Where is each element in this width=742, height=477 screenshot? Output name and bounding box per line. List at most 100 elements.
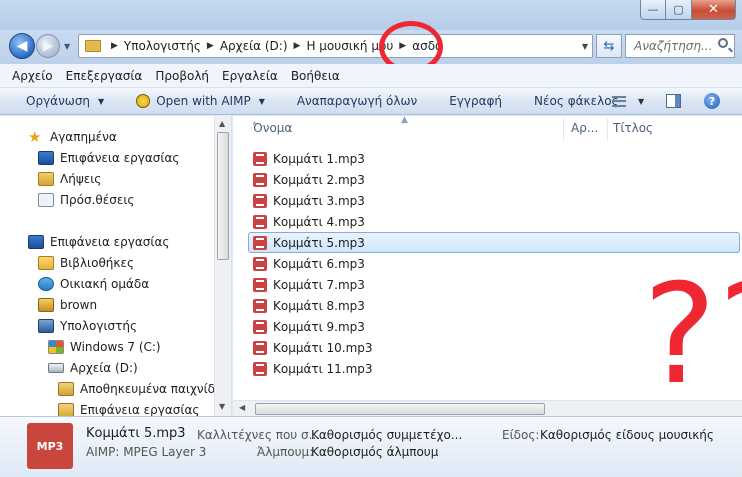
- file-row[interactable]: Κομμάτι 6.mp3: [249, 253, 741, 274]
- menu-help[interactable]: Βοήθεια: [291, 69, 340, 83]
- file-row[interactable]: Κομμάτι 5.mp3: [248, 232, 740, 253]
- tree-label: Αγαπημένα: [50, 130, 117, 144]
- search-input[interactable]: Αναζήτηση...: [625, 34, 735, 58]
- chevron-right-icon[interactable]: ▶: [111, 41, 118, 51]
- tree-label: Βιβλιοθήκες: [60, 256, 135, 270]
- breadcrumb-current-folder[interactable]: ασδφ: [412, 39, 443, 53]
- saved-games-icon: [58, 382, 74, 396]
- address-row: ◀ ▶ ▼ ▶ Υπολογιστής ▶ Αρχεία (D:) ▶ Η μο…: [0, 30, 742, 64]
- tree-libraries[interactable]: Βιβλιοθήκες: [38, 256, 134, 270]
- burn-button[interactable]: Εγγραφή: [449, 94, 502, 108]
- menu-view[interactable]: Προβολή: [155, 69, 209, 83]
- tree-favorites[interactable]: ★ Αγαπημένα: [28, 130, 117, 145]
- file-pane-hscrollbar[interactable]: ◀: [233, 400, 742, 416]
- tree-desktop-folder[interactable]: Επιφάνεια εργασίας: [58, 403, 199, 416]
- details-pane: MP3 Κομμάτι 5.mp3 AIMP: MPEG Layer 3 Καλ…: [0, 416, 742, 477]
- new-folder-button[interactable]: Νέος φάκελος: [534, 94, 619, 108]
- help-icon[interactable]: ?: [704, 93, 720, 109]
- chevron-right-icon[interactable]: ▶: [207, 41, 214, 51]
- tree-fav-downloads[interactable]: Λήψεις: [38, 172, 101, 186]
- scroll-left-icon[interactable]: ◀: [239, 403, 245, 412]
- tree-label: Οικιακή ομάδα: [60, 277, 150, 291]
- aimp-icon: [136, 94, 151, 108]
- breadcrumb-my-music[interactable]: Η μουσική μου: [306, 39, 393, 53]
- play-all-button[interactable]: Αναπαραγωγή όλων: [297, 94, 417, 108]
- audio-file-icon: [253, 214, 267, 229]
- tree-label: Πρόσ.θέσεις: [60, 193, 135, 207]
- details-artists-value[interactable]: Καθορισμός συμμετέχο...: [311, 428, 462, 442]
- file-row[interactable]: Κομμάτι 9.mp3: [249, 316, 741, 337]
- tree-drive-c[interactable]: Windows 7 (C:): [48, 340, 161, 354]
- organize-button[interactable]: Οργάνωση ▼: [26, 94, 104, 108]
- arrow-right-icon: ▶: [42, 38, 54, 54]
- menu-file[interactable]: Αρχείο: [12, 69, 53, 83]
- minimize-button[interactable]: —: [640, 0, 666, 20]
- tree-user[interactable]: brown: [38, 298, 97, 312]
- scrollbar-thumb[interactable]: [217, 132, 229, 260]
- audio-file-icon: [253, 172, 267, 187]
- back-button[interactable]: ◀: [9, 33, 35, 59]
- scroll-down-icon[interactable]: ▼: [219, 402, 225, 411]
- column-header-number[interactable]: Αρ...: [571, 116, 598, 140]
- open-with-aimp-button[interactable]: Open with AIMP ▼: [136, 94, 265, 108]
- tree-label: Αρχεία (D:): [70, 361, 138, 375]
- views-dropdown-icon[interactable]: ▼: [638, 97, 644, 106]
- breadcrumb-drive-d[interactable]: Αρχεία (D:): [220, 39, 288, 53]
- column-divider[interactable]: [563, 118, 564, 140]
- details-genre-value[interactable]: Καθορισμός είδους μουσικής: [540, 428, 714, 442]
- sort-ascending-icon: ▲: [401, 116, 408, 125]
- tree-label: Υπολογιστής: [60, 319, 137, 333]
- file-row[interactable]: Κομμάτι 10.mp3: [249, 337, 741, 358]
- forward-button[interactable]: ▶: [36, 34, 60, 58]
- file-name: Κομμάτι 11.mp3: [273, 361, 373, 376]
- homegroup-icon: [38, 277, 54, 291]
- tree-saved-games[interactable]: Αποθηκευμένα παιχνίδια: [58, 382, 227, 396]
- column-header-name[interactable]: Όνομα: [253, 116, 292, 140]
- file-row[interactable]: Κομμάτι 1.mp3: [249, 148, 741, 169]
- user-folder-icon: [38, 298, 54, 312]
- tree-fav-recent[interactable]: Πρόσ.θέσεις: [38, 193, 134, 207]
- close-button[interactable]: ✕: [692, 0, 736, 20]
- refresh-button[interactable]: ⇆: [596, 34, 622, 58]
- address-dropdown-icon[interactable]: ▼: [582, 42, 588, 51]
- menu-edit[interactable]: Επεξεργασία: [66, 69, 143, 83]
- tree-fav-desktop[interactable]: Επιφάνεια εργασίας: [38, 151, 179, 165]
- maximize-button[interactable]: ▢: [666, 0, 692, 20]
- chevron-down-icon: ▼: [258, 96, 265, 106]
- file-row[interactable]: Κομμάτι 7.mp3: [249, 274, 741, 295]
- nav-pane-scrollbar[interactable]: ▲ ▼: [214, 116, 231, 416]
- chevron-down-icon: ▼: [98, 96, 105, 106]
- refresh-icon: ⇆: [603, 38, 615, 54]
- column-divider[interactable]: [607, 118, 608, 140]
- file-name: Κομμάτι 3.mp3: [273, 193, 365, 208]
- breadcrumb-computer[interactable]: Υπολογιστής: [124, 39, 201, 53]
- address-bar[interactable]: ▶ Υπολογιστής ▶ Αρχεία (D:) ▶ Η μουσική …: [78, 34, 593, 58]
- chevron-right-icon[interactable]: ▶: [399, 41, 406, 51]
- views-icon[interactable]: [612, 96, 626, 107]
- file-row[interactable]: Κομμάτι 11.mp3: [249, 358, 741, 379]
- file-row[interactable]: Κομμάτι 8.mp3: [249, 295, 741, 316]
- scrollbar-thumb[interactable]: [255, 403, 545, 415]
- file-row[interactable]: Κομμάτι 4.mp3: [249, 211, 741, 232]
- tree-drive-d[interactable]: Αρχεία (D:): [48, 361, 138, 375]
- preview-pane-icon[interactable]: [666, 94, 681, 108]
- title-bar: — ▢ ✕: [0, 0, 742, 30]
- tree-computer[interactable]: Υπολογιστής: [38, 319, 137, 333]
- details-album-value[interactable]: Καθορισμός άλμπουμ: [311, 445, 438, 459]
- menu-tools[interactable]: Εργαλεία: [222, 69, 278, 83]
- recent-pages-dropdown[interactable]: ▼: [64, 42, 70, 51]
- file-row[interactable]: Κομμάτι 3.mp3: [249, 190, 741, 211]
- details-file-type: AIMP: MPEG Layer 3: [86, 445, 207, 459]
- chevron-right-icon[interactable]: ▶: [294, 41, 301, 51]
- tree-homegroup[interactable]: Οικιακή ομάδα: [38, 277, 149, 291]
- scroll-up-icon[interactable]: ▲: [219, 119, 225, 128]
- folder-icon: [58, 403, 74, 416]
- file-name: Κομμάτι 9.mp3: [273, 319, 365, 334]
- column-header-title[interactable]: Τίτλος: [613, 116, 653, 140]
- audio-file-icon: [253, 151, 267, 166]
- search-icon[interactable]: [718, 38, 728, 48]
- search-placeholder: Αναζήτηση...: [634, 39, 713, 53]
- details-file-name: Κομμάτι 5.mp3: [86, 426, 186, 441]
- file-row[interactable]: Κομμάτι 2.mp3: [249, 169, 741, 190]
- tree-desktop[interactable]: Επιφάνεια εργασίας: [28, 235, 169, 249]
